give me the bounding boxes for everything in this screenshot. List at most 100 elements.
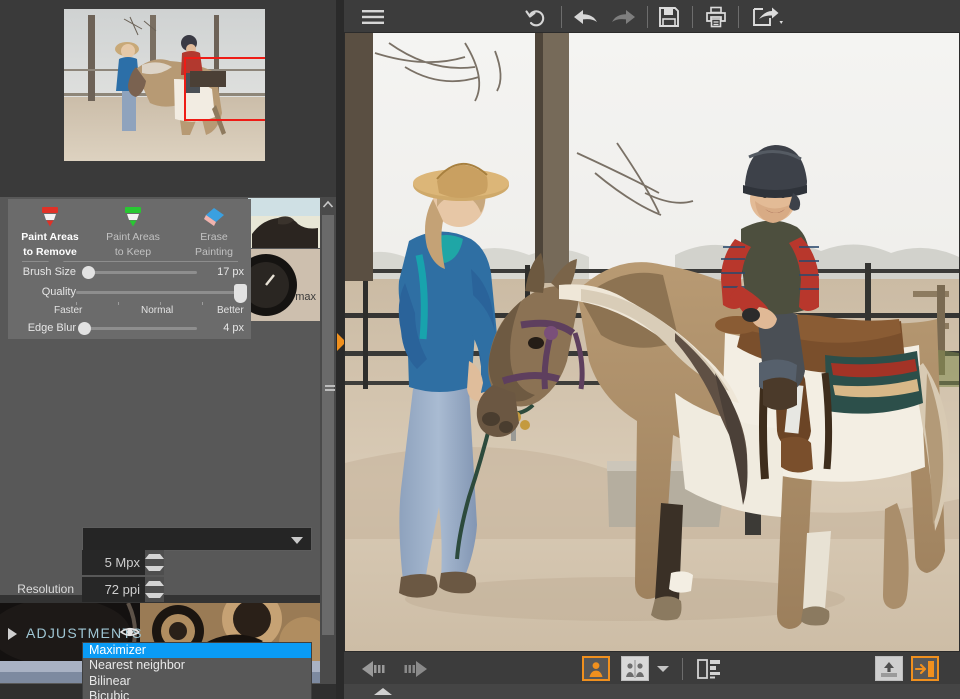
toolbar-separator bbox=[692, 6, 693, 28]
compare-view-button[interactable] bbox=[621, 656, 649, 681]
edge-blur-label: Edge Blur bbox=[14, 322, 76, 334]
brush-size-slider-track[interactable] bbox=[82, 271, 197, 274]
quality-dial-thumbnail: max bbox=[248, 249, 320, 321]
algorithm-option[interactable]: Bicubic bbox=[83, 689, 311, 699]
floppy-disk-icon bbox=[658, 6, 680, 28]
tab-label-line2: Painting bbox=[175, 246, 253, 259]
brush-size-value: 17 px bbox=[198, 266, 244, 278]
share-button[interactable] bbox=[744, 4, 790, 30]
triangle-down-icon bbox=[145, 566, 164, 571]
reset-button[interactable] bbox=[519, 4, 553, 30]
quality-slider-track[interactable] bbox=[76, 291, 242, 294]
triangle-up-icon bbox=[145, 554, 164, 559]
left-arrow-icon bbox=[360, 659, 390, 679]
navigator-thumbnail[interactable] bbox=[64, 9, 265, 161]
megapixels-value: 5 Mpx bbox=[82, 555, 145, 570]
status-bar bbox=[344, 684, 960, 699]
tab-erase-painting[interactable]: Erase Painting bbox=[175, 205, 253, 258]
undo-button[interactable] bbox=[569, 4, 603, 30]
units-select-hidden[interactable] bbox=[82, 527, 312, 551]
hamburger-icon bbox=[360, 7, 386, 27]
expand-panel-handle-icon[interactable] bbox=[374, 688, 392, 695]
top-toolbar bbox=[344, 0, 960, 33]
arrow-into-door-icon bbox=[915, 660, 935, 678]
eye-icon[interactable] bbox=[120, 625, 140, 639]
share-export-icon bbox=[751, 6, 783, 28]
triangle-down-icon bbox=[145, 593, 164, 598]
image-canvas[interactable] bbox=[344, 33, 960, 651]
apply-exit-button[interactable] bbox=[911, 656, 939, 681]
quality-slider-knob[interactable] bbox=[234, 284, 247, 303]
print-button[interactable] bbox=[699, 4, 733, 30]
dual-portrait-icon bbox=[625, 660, 645, 678]
brush-tools-panel: Paint Areas to Remove Paint Areas to Kee… bbox=[8, 199, 251, 339]
triangle-right-icon[interactable] bbox=[8, 628, 17, 640]
compare-view-dropdown[interactable] bbox=[654, 656, 672, 681]
single-portrait-icon bbox=[587, 660, 605, 678]
quality-tick bbox=[118, 302, 119, 305]
undo-arrow-icon bbox=[572, 7, 600, 27]
resolution-label: Resolution bbox=[0, 582, 74, 596]
chevron-down-icon bbox=[657, 665, 669, 673]
left-panel-scrollbar[interactable] bbox=[320, 197, 336, 699]
resolution-arrows[interactable] bbox=[145, 577, 164, 602]
next-image-button[interactable] bbox=[397, 656, 431, 681]
quality-tick-label-better: Better bbox=[217, 305, 244, 316]
edge-blur-slider-track[interactable] bbox=[79, 327, 197, 330]
eraser-icon bbox=[201, 205, 227, 229]
megapixels-increment[interactable] bbox=[145, 550, 164, 563]
scrollbar-thumb[interactable] bbox=[322, 215, 334, 635]
tab-paint-areas-to-remove[interactable]: Paint Areas to Remove bbox=[11, 205, 89, 258]
megapixels-decrement[interactable] bbox=[145, 563, 164, 576]
quality-max-label: max bbox=[295, 291, 316, 303]
quality-tick bbox=[202, 302, 203, 305]
brush-size-slider-knob[interactable] bbox=[82, 266, 95, 279]
scrollbar-grip-icon bbox=[325, 385, 335, 393]
single-view-button[interactable] bbox=[582, 656, 610, 681]
quality-tick-label-normal: Normal bbox=[141, 305, 173, 316]
toolbar-separator bbox=[647, 6, 648, 28]
chevron-down-icon bbox=[291, 537, 303, 544]
previous-image-button[interactable] bbox=[358, 656, 392, 681]
red-marker-icon bbox=[37, 205, 63, 229]
tab-label-line1: Paint Areas bbox=[11, 231, 89, 244]
photo-image bbox=[345, 33, 959, 651]
megapixels-stepper[interactable]: 5 Mpx bbox=[82, 550, 164, 575]
toolbar-separator bbox=[561, 6, 562, 28]
edge-blur-value: 4 px bbox=[198, 322, 244, 334]
printer-icon bbox=[705, 6, 727, 28]
menu-hamburger-button[interactable] bbox=[356, 4, 390, 30]
scroll-up-icon[interactable] bbox=[320, 197, 336, 213]
algorithm-option[interactable]: Maximizer bbox=[83, 643, 311, 658]
quality-tick-label-faster: Faster bbox=[54, 305, 82, 316]
edited-photo[interactable] bbox=[345, 33, 959, 651]
edge-blur-slider-knob[interactable] bbox=[78, 322, 91, 335]
bottom-toolbar bbox=[344, 651, 960, 684]
tab-paint-areas-to-keep[interactable]: Paint Areas to Keep bbox=[94, 205, 172, 258]
selected-tab-caret-icon bbox=[48, 256, 64, 262]
navigator-panel bbox=[0, 0, 336, 163]
main-area bbox=[344, 0, 960, 699]
redo-button[interactable] bbox=[606, 4, 640, 30]
split-view-icon bbox=[697, 659, 721, 679]
green-marker-icon bbox=[120, 205, 146, 229]
reset-arrow-icon bbox=[524, 6, 548, 28]
algorithm-option[interactable]: Bilinear bbox=[83, 674, 311, 689]
triangle-up-icon bbox=[145, 581, 164, 586]
left-panel: 1:1 72.8 % 5 Mpx Re bbox=[0, 0, 336, 699]
resolution-increment[interactable] bbox=[145, 577, 164, 590]
resolution-decrement[interactable] bbox=[145, 590, 164, 603]
upload-box-icon bbox=[879, 660, 899, 678]
brush-size-label: Brush Size bbox=[14, 266, 76, 278]
split-view-button[interactable] bbox=[694, 656, 724, 681]
megapixels-arrows[interactable] bbox=[145, 550, 164, 575]
algorithm-options-list[interactable]: Maximizer Nearest neighbor Bilinear Bicu… bbox=[82, 642, 312, 699]
save-button[interactable] bbox=[652, 4, 686, 30]
navigator-viewport-rect[interactable] bbox=[184, 57, 265, 121]
resolution-stepper[interactable]: 72 ppi bbox=[82, 577, 164, 602]
quality-dial-image bbox=[248, 249, 320, 321]
tab-label-line1: Paint Areas bbox=[94, 231, 172, 244]
export-up-button[interactable] bbox=[875, 656, 903, 681]
algorithm-option[interactable]: Nearest neighbor bbox=[83, 658, 311, 673]
tab-label-line1: Erase bbox=[175, 231, 253, 244]
